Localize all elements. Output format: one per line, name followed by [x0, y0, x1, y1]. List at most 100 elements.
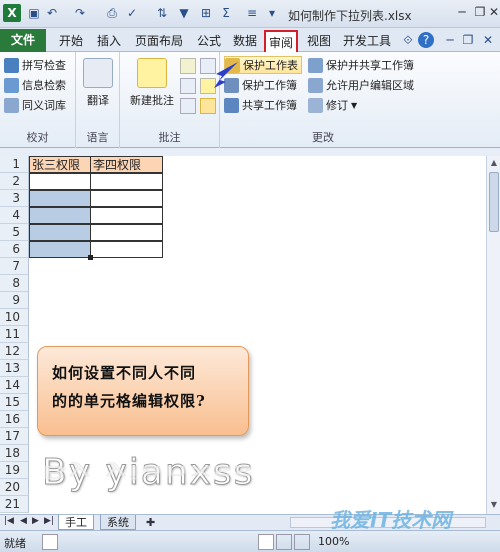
ribbon-restore-icon[interactable]: ❐: [460, 32, 476, 48]
row-header[interactable]: 6: [0, 241, 29, 258]
row-header[interactable]: 16: [0, 411, 29, 428]
excel-icon[interactable]: X: [3, 4, 21, 22]
ribbon-minimize-icon[interactable]: ─: [442, 32, 458, 48]
cell-b1[interactable]: 李四权限: [90, 156, 163, 173]
allow-edit-ranges-button[interactable]: 允许用户编辑区域: [308, 76, 414, 94]
fill-handle[interactable]: [88, 255, 93, 260]
last-sheet-icon[interactable]: ▶|: [44, 516, 54, 526]
row-header[interactable]: 11: [0, 326, 29, 343]
help-icon[interactable]: ?: [418, 32, 434, 48]
cell-b6[interactable]: [90, 241, 163, 258]
scroll-down-icon[interactable]: ▼: [489, 500, 499, 512]
tab-page-layout[interactable]: 页面布局: [130, 32, 188, 50]
show-ink-icon[interactable]: [200, 98, 216, 114]
row-header[interactable]: 10: [0, 309, 29, 326]
autosum-icon[interactable]: Σ: [218, 5, 234, 21]
save-icon[interactable]: ▣: [26, 5, 42, 21]
cell-a4[interactable]: [29, 207, 91, 224]
spell-icon[interactable]: ✓: [124, 5, 140, 21]
zoom-level[interactable]: 100%: [318, 535, 349, 548]
row-header[interactable]: 1: [0, 156, 29, 173]
row-header[interactable]: 5: [0, 224, 29, 241]
translate-button[interactable]: 翻译: [80, 58, 116, 108]
row-header[interactable]: 9: [0, 292, 29, 309]
research-button[interactable]: 信息检索: [4, 76, 66, 94]
group-proofing: 拼写检查 信息检索 同义词库 校对: [0, 52, 76, 148]
delete-comment-icon[interactable]: [180, 58, 196, 74]
align-icon[interactable]: ≡: [244, 5, 260, 21]
customize-toolbar-icon[interactable]: ▾: [264, 5, 280, 21]
page-layout-view-icon[interactable]: [276, 534, 292, 550]
cell-a6[interactable]: [29, 241, 91, 258]
first-sheet-icon[interactable]: |◀: [4, 516, 14, 526]
sheet-tab-system[interactable]: 系统: [100, 515, 136, 530]
cell-b3[interactable]: [90, 190, 163, 207]
tab-insert[interactable]: 插入: [92, 32, 126, 50]
row-header[interactable]: 21: [0, 496, 29, 513]
next-comment-icon[interactable]: [180, 78, 196, 94]
ribbon-close-icon[interactable]: ✕: [480, 32, 496, 48]
row-header[interactable]: 7: [0, 258, 29, 275]
tab-developer[interactable]: 开发工具: [338, 32, 396, 50]
redo-icon[interactable]: ↷: [72, 5, 88, 21]
scroll-up-icon[interactable]: ▲: [489, 158, 499, 170]
row-header[interactable]: 2: [0, 173, 29, 190]
row-header[interactable]: 13: [0, 360, 29, 377]
protect-share-workbook-button[interactable]: 保护并共享工作簿: [308, 56, 414, 74]
row-header[interactable]: 4: [0, 207, 29, 224]
cell-a3[interactable]: [29, 190, 91, 207]
tab-data[interactable]: 数据: [228, 32, 262, 50]
vertical-scrollbar[interactable]: ▲ ▼: [486, 156, 500, 514]
close-icon[interactable]: ✕: [486, 4, 500, 20]
cell-b4[interactable]: [90, 207, 163, 224]
spell-check-button[interactable]: 拼写检查: [4, 56, 66, 74]
new-comment-button[interactable]: 新建批注: [124, 58, 180, 108]
vertical-scroll-thumb[interactable]: [489, 172, 499, 232]
row-header[interactable]: 19: [0, 462, 29, 479]
insert-sheet-icon[interactable]: ✚: [146, 516, 155, 529]
cell-b2[interactable]: [90, 173, 163, 190]
row-header[interactable]: 18: [0, 445, 29, 462]
cell-b5[interactable]: [90, 224, 163, 241]
show-all-comments-icon[interactable]: [180, 98, 196, 114]
row-header[interactable]: 3: [0, 190, 29, 207]
thesaurus-button[interactable]: 同义词库: [4, 96, 66, 114]
share-workbook-button[interactable]: 共享工作簿: [224, 96, 297, 114]
tab-file[interactable]: 文件: [0, 29, 46, 52]
group-comments: 新建批注 批注: [120, 52, 220, 148]
tab-view[interactable]: 视图: [304, 32, 334, 50]
sort-icon[interactable]: ⇅: [154, 5, 170, 21]
row-header[interactable]: 14: [0, 377, 29, 394]
cell-a5[interactable]: [29, 224, 91, 241]
research-icon: [4, 77, 19, 93]
new-comment-icon: [137, 58, 167, 88]
watermark-reflection: By yianxss: [42, 461, 255, 482]
undo-icon[interactable]: ↶: [44, 5, 60, 21]
tab-review[interactable]: 审阅: [264, 30, 298, 52]
translate-icon: [83, 58, 113, 88]
sheet-tab-manual[interactable]: 手工: [58, 515, 94, 530]
group-label-proofing: 校对: [26, 131, 49, 144]
normal-view-icon[interactable]: [258, 534, 274, 550]
filter-icon[interactable]: ▼: [176, 5, 192, 21]
spell-check-icon: [4, 57, 19, 73]
macro-record-icon[interactable]: [42, 534, 58, 550]
print-preview-icon[interactable]: ⎙: [104, 5, 120, 21]
track-changes-button[interactable]: 修订 ▼: [308, 96, 357, 114]
cell-a2[interactable]: [29, 173, 91, 190]
page-break-view-icon[interactable]: [294, 534, 310, 550]
tab-home[interactable]: 开始: [54, 32, 88, 50]
title-bar: X ▣ ↶ ↷ ⎙ ✓ ⇅ ▼ ⊞ Σ ≡ ▾ 如何制作下拉列表.xlsx ─ …: [0, 0, 500, 28]
row-header[interactable]: 15: [0, 394, 29, 411]
minimize-icon[interactable]: ─: [454, 4, 470, 20]
borders-icon[interactable]: ⊞: [198, 5, 214, 21]
row-header[interactable]: 17: [0, 428, 29, 445]
row-header[interactable]: 12: [0, 343, 29, 360]
cell-a1[interactable]: 张三权限: [29, 156, 91, 173]
row-header[interactable]: 20: [0, 479, 29, 496]
next-sheet-icon[interactable]: ▶: [32, 516, 39, 526]
pin-icon[interactable]: ⟐: [400, 32, 416, 48]
prev-sheet-icon[interactable]: ◀: [20, 516, 27, 526]
tab-formulas[interactable]: 公式: [192, 32, 226, 50]
row-header[interactable]: 8: [0, 275, 29, 292]
